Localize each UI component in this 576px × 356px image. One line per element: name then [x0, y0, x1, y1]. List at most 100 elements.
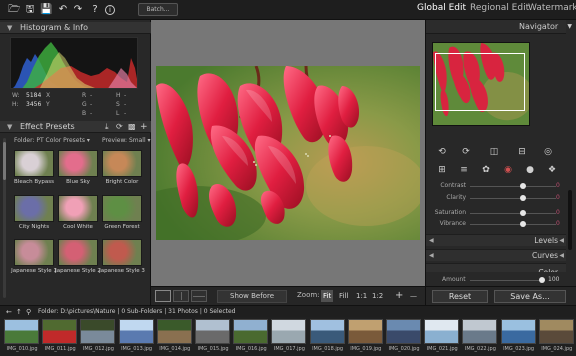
main-photo[interactable] [156, 66, 420, 240]
filmstrip-item[interactable]: IMG_014.jpg [156, 319, 192, 352]
zoom-fit-button[interactable]: Fit [321, 290, 334, 302]
single-view-button[interactable] [155, 290, 171, 302]
preview-size-select[interactable]: Preview: Small ▾ [102, 137, 151, 144]
curves-title: Curves [531, 251, 558, 260]
zoom-1-1-button[interactable]: 1:1 [354, 290, 369, 302]
help-icon[interactable]: ? [89, 4, 101, 16]
preset-item[interactable]: Bright Color [102, 150, 142, 185]
preset-item[interactable]: Japanese Style 1 [11, 239, 57, 274]
crop-icon[interactable]: ⊞ [436, 165, 448, 175]
preset-thumbnail [14, 239, 54, 266]
tone-icon[interactable]: ❖ [546, 165, 558, 175]
tab-watermark[interactable]: Watermark [528, 3, 576, 13]
clarity-slider[interactable] [470, 198, 556, 199]
collapse-triangle-icon: ▼ [567, 23, 572, 30]
flip-horizontal-icon[interactable]: ◫ [488, 147, 500, 157]
b-label: B [82, 110, 87, 117]
download-icon[interactable]: ⤓ [105, 121, 109, 133]
preset-item[interactable]: Bleach Bypass [14, 150, 54, 185]
preset-label: Japanese Style 1 [11, 268, 57, 274]
filmstrip-item[interactable]: IMG_012.jpg [80, 319, 116, 352]
amount-slider-knob[interactable] [539, 277, 545, 283]
reset-button[interactable]: Reset [432, 290, 488, 303]
undo-icon[interactable]: ↶ [57, 4, 69, 16]
tab-regional-edit[interactable]: Regional Edit [470, 3, 529, 13]
view-toolbar: Show Before Zoom: Fit Fill 1:1 1:2 + — [151, 286, 425, 305]
filmstrip-item[interactable]: IMG_019.jpg [347, 319, 383, 352]
vibrance-slider[interactable] [470, 224, 556, 225]
filmstrip-item[interactable]: IMG_020.jpg [386, 319, 421, 352]
filmstrip-filename: IMG_019.jpg [350, 346, 382, 352]
open-folder-icon[interactable]: 🗁 [8, 4, 20, 16]
filmstrip-item[interactable]: IMG_010.jpg [4, 319, 39, 352]
amount-slider[interactable] [470, 280, 542, 281]
filmstrip-item[interactable]: IMG_017.jpg [271, 319, 307, 352]
rotate-right-icon[interactable]: ⟳ [460, 147, 472, 157]
zoom-1-2-button[interactable]: 1:2 [370, 290, 385, 302]
clarity-slider-knob[interactable] [520, 195, 527, 201]
contrast-slider[interactable] [470, 186, 556, 187]
preset-item[interactable]: Blue Sky [58, 150, 98, 185]
curves-section-header[interactable]: ◀ Curves ◀ [426, 249, 566, 261]
adjustments-scrollbar[interactable] [568, 190, 572, 250]
add-icon[interactable]: + [140, 121, 148, 133]
effect-presets-header[interactable]: ▼ Effect Presets ⤓ ⟳ ▩ + [0, 121, 151, 133]
preset-item[interactable]: Japanese Style 2 [55, 239, 101, 274]
tab-global-edit[interactable]: Global Edit [417, 3, 466, 13]
show-before-button[interactable]: Show Before [217, 290, 287, 303]
saturation-slider[interactable] [470, 213, 556, 214]
levels-section-header[interactable]: ◀ Levels ◀ [426, 234, 566, 246]
color-section-header[interactable]: Color [426, 263, 566, 272]
filmstrip-item[interactable]: IMG_022.jpg [462, 319, 498, 352]
histogram-header[interactable]: ▼ Histogram & Info [0, 22, 151, 34]
filmstrip-item[interactable]: IMG_013.jpg [118, 319, 154, 352]
filmstrip-item[interactable]: IMG_015.jpg [195, 319, 230, 352]
preset-item[interactable]: City Nights [14, 195, 54, 230]
filmstrip-item[interactable]: IMG_023.jpg [500, 319, 536, 352]
navigator-title: Navigator [519, 22, 559, 31]
filmstrip-item[interactable]: IMG_018.jpg [309, 319, 345, 352]
navigator-header[interactable]: Navigator ▼ [426, 20, 572, 34]
b-value: - [90, 110, 93, 117]
split-view-button[interactable] [173, 290, 189, 302]
filmstrip-item[interactable]: IMG_016.jpg [233, 319, 269, 352]
info-icon[interactable]: i [105, 5, 115, 15]
lens-icon[interactable]: ◎ [542, 147, 554, 157]
preset-item[interactable]: Cool White [58, 195, 98, 230]
preset-label: City Nights [18, 224, 50, 230]
contrast-value: 0 [556, 182, 560, 189]
save-as-icon[interactable]: 💾 [40, 4, 52, 16]
flip-vertical-icon[interactable]: ⊟ [516, 147, 528, 157]
preset-item[interactable]: Japanese Style 3 [99, 239, 145, 274]
zoom-fill-button[interactable]: Fill [337, 290, 350, 302]
saturation-slider-knob[interactable] [520, 210, 527, 216]
zoom-out-button[interactable]: — [408, 290, 419, 302]
vibrance-slider-knob[interactable] [520, 221, 527, 227]
straighten-icon[interactable]: ≡ [458, 165, 470, 175]
rotate-left-icon[interactable]: ⟲ [436, 147, 448, 157]
filmstrip-filename: IMG_018.jpg [312, 346, 344, 352]
navigator-viewport-box[interactable] [435, 53, 525, 111]
save-as-button[interactable]: Save As... [494, 290, 566, 303]
spot-heal-icon[interactable]: ✿ [480, 165, 492, 175]
expand-triangle-icon: ◀ [429, 237, 434, 244]
filmstrip-item[interactable]: IMG_011.jpg [42, 319, 78, 352]
temperature-icon[interactable]: ● [524, 165, 536, 175]
compare-view-button[interactable] [191, 290, 207, 302]
refresh-icon[interactable]: ⟳ [116, 121, 123, 133]
collapse-triangle-icon: ▼ [7, 24, 13, 32]
histogram-title: Histogram & Info [20, 23, 88, 32]
preset-item[interactable]: Green Forest [102, 195, 142, 230]
manage-icon[interactable]: ▩ [128, 121, 136, 133]
preset-folder-select[interactable]: Folder: PT Color Presets ▾ [14, 137, 90, 144]
redo-icon[interactable]: ↷ [72, 4, 84, 16]
filmstrip-item[interactable]: IMG_024.jpg [538, 319, 574, 352]
batch-button[interactable]: Batch... [138, 3, 178, 16]
filmstrip-item[interactable]: IMG_021.jpg [424, 319, 460, 352]
save-icon[interactable]: 🖫 [24, 4, 36, 16]
contrast-slider-knob[interactable] [520, 183, 527, 189]
red-eye-icon[interactable]: ◉ [502, 165, 514, 175]
action-bar: Reset Save As... [426, 286, 576, 305]
presets-scrollbar-thumb[interactable] [3, 142, 6, 180]
zoom-in-button[interactable]: + [393, 290, 405, 302]
